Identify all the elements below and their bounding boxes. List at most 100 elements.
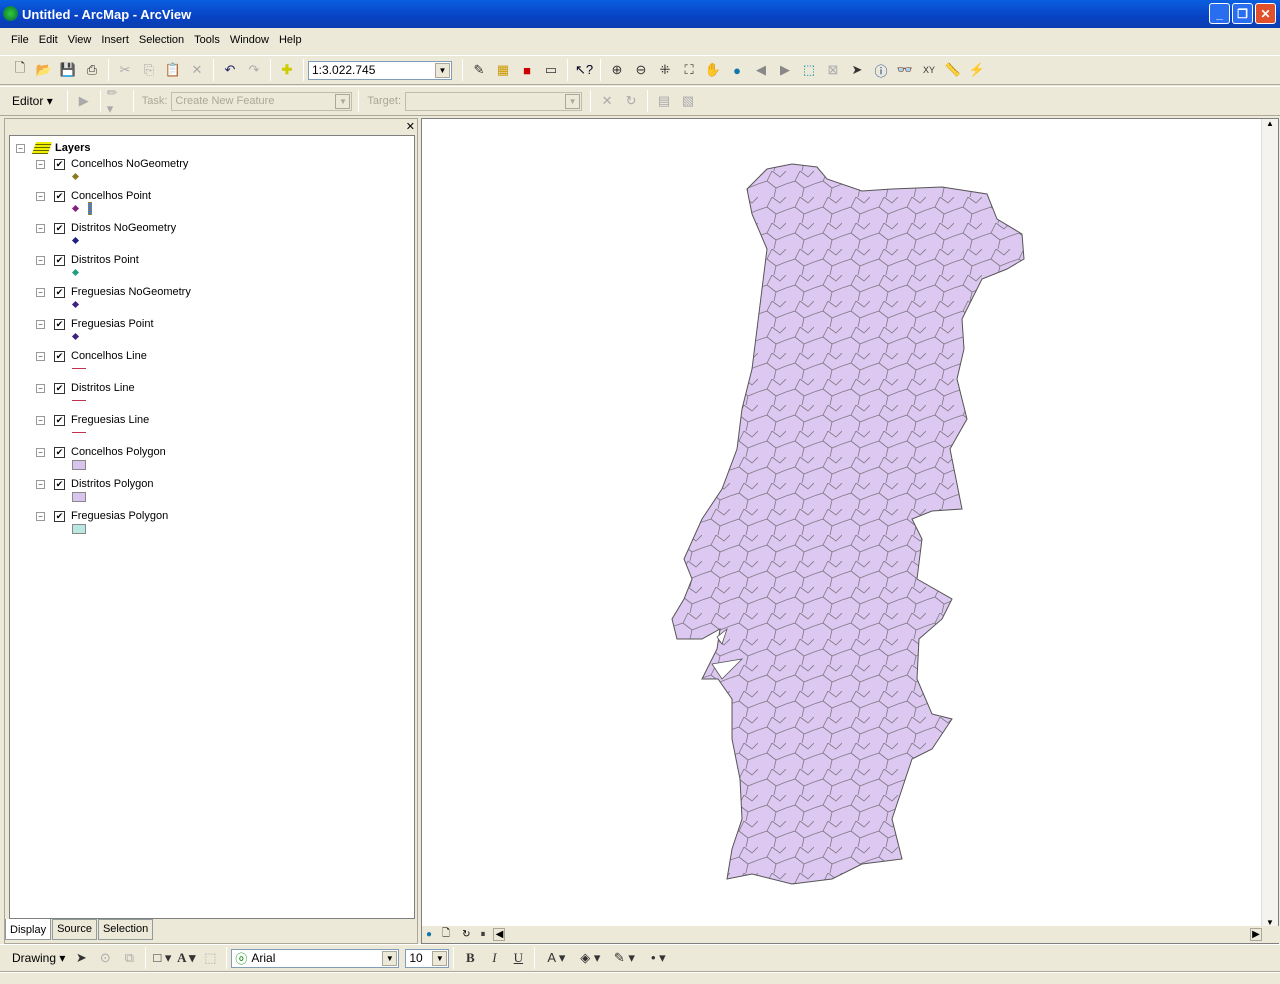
- italic-button[interactable]: I: [484, 948, 504, 968]
- collapse-icon[interactable]: −: [36, 511, 45, 521]
- fixed-zoom-in-icon[interactable]: ⁜: [655, 60, 675, 80]
- back-icon[interactable]: ◀: [751, 60, 771, 80]
- collapse-icon[interactable]: −: [36, 319, 45, 329]
- editor-menu-button[interactable]: Editor ▾: [8, 94, 57, 108]
- collapse-icon[interactable]: −: [36, 383, 45, 393]
- layer-visibility-checkbox[interactable]: ✔: [54, 478, 65, 490]
- refresh-icon[interactable]: ↻: [462, 929, 470, 940]
- layer-item[interactable]: − ✔ Distritos Line: [36, 382, 135, 394]
- layer-item[interactable]: − ✔ Concelhos Polygon: [36, 446, 166, 458]
- menu-edit[interactable]: Edit: [34, 32, 63, 52]
- layer-item[interactable]: − ✔ Distritos NoGeometry: [36, 222, 176, 234]
- collapse-icon[interactable]: −: [36, 351, 45, 361]
- menu-window[interactable]: Window: [225, 32, 274, 52]
- edit-vertices-icon[interactable]: ⬚: [200, 948, 220, 968]
- full-extent-icon[interactable]: ●: [727, 60, 747, 80]
- split-tool-icon[interactable]: ✕: [597, 91, 617, 111]
- collapse-icon[interactable]: −: [16, 143, 25, 153]
- new-icon[interactable]: 🗋: [10, 60, 30, 80]
- font-color-icon[interactable]: A ▾: [541, 948, 571, 968]
- collapse-icon[interactable]: −: [36, 191, 45, 201]
- go-to-xy-icon[interactable]: XY: [919, 60, 939, 80]
- layer-visibility-checkbox[interactable]: ✔: [54, 158, 65, 170]
- chevron-down-icon[interactable]: ▼: [435, 62, 450, 78]
- layers-root[interactable]: − Layers: [16, 142, 90, 154]
- fixed-zoom-out-icon[interactable]: ⛶: [679, 60, 699, 80]
- editor-toolbar-icon[interactable]: ✎: [469, 60, 489, 80]
- font-combo[interactable]: ⓞ Arial ▼: [231, 948, 400, 968]
- layer-visibility-checkbox[interactable]: ✔: [54, 254, 65, 266]
- arccatalog-icon[interactable]: ▦: [493, 60, 513, 80]
- scroll-right-icon[interactable]: ▶: [1250, 928, 1262, 941]
- redo-icon[interactable]: ↷: [244, 60, 264, 80]
- chevron-down-icon[interactable]: ▼: [382, 950, 398, 966]
- tab-selection[interactable]: Selection: [97, 919, 154, 940]
- layer-item[interactable]: − ✔ Freguesias NoGeometry: [36, 286, 191, 298]
- chevron-down-icon[interactable]: ▼: [335, 93, 351, 109]
- layer-item[interactable]: − ✔ Concelhos Line: [36, 350, 147, 362]
- map-view[interactable]: ▲ ▼ ● 🗋 ↻ ⏸ ◀ ▶: [421, 118, 1280, 944]
- layer-visibility-checkbox[interactable]: ✔: [54, 190, 65, 202]
- layer-visibility-checkbox[interactable]: ✔: [54, 382, 65, 394]
- minimize-button[interactable]: _: [1209, 3, 1230, 24]
- forward-icon[interactable]: ▶: [775, 60, 795, 80]
- command-line-icon[interactable]: ▭: [541, 60, 561, 80]
- menu-tools[interactable]: Tools: [189, 32, 225, 52]
- tab-source[interactable]: Source: [52, 919, 97, 940]
- sketch-tool-icon[interactable]: ✏ ▾: [107, 85, 127, 116]
- find-icon[interactable]: 👓: [895, 60, 915, 80]
- layer-visibility-checkbox[interactable]: ✔: [54, 222, 65, 234]
- layer-visibility-checkbox[interactable]: ✔: [54, 318, 65, 330]
- layer-item[interactable]: − ✔ Concelhos Point: [36, 190, 151, 202]
- open-icon[interactable]: 📂: [34, 60, 54, 80]
- scale-combo[interactable]: 1:3.022.745 ▼: [308, 60, 452, 80]
- layer-item[interactable]: − ✔ Concelhos NoGeometry: [36, 158, 188, 170]
- collapse-icon[interactable]: −: [36, 287, 45, 297]
- zoom-out-icon[interactable]: ⊖: [631, 60, 651, 80]
- undo-icon[interactable]: ↶: [220, 60, 240, 80]
- target-combo[interactable]: ▼: [405, 91, 583, 111]
- rectangle-icon[interactable]: □ ▾: [152, 948, 172, 968]
- scroll-left-icon[interactable]: ◀: [493, 928, 506, 941]
- whats-this-icon[interactable]: ↖?: [574, 60, 594, 80]
- collapse-icon[interactable]: −: [36, 159, 45, 169]
- layer-visibility-checkbox[interactable]: ✔: [54, 510, 65, 522]
- layer-visibility-checkbox[interactable]: ✔: [54, 350, 65, 362]
- zoom-to-selected-icon[interactable]: ⧉: [119, 948, 139, 968]
- layer-item[interactable]: − ✔ Freguesias Point: [36, 318, 154, 330]
- pan-icon[interactable]: ✋: [703, 60, 723, 80]
- identify-icon[interactable]: ⓘ: [871, 60, 891, 80]
- pause-drawing-icon[interactable]: ⏸: [480, 929, 485, 940]
- layout-view-icon[interactable]: 🗋: [442, 926, 450, 943]
- layer-visibility-checkbox[interactable]: ✔: [54, 414, 65, 426]
- layer-item[interactable]: − ✔ Distritos Point: [36, 254, 139, 266]
- hyperlink-icon[interactable]: ⚡: [967, 60, 987, 80]
- layer-visibility-checkbox[interactable]: ✔: [54, 446, 65, 458]
- underline-button[interactable]: U: [508, 948, 528, 968]
- task-combo[interactable]: Create New Feature ▼: [171, 91, 353, 111]
- collapse-icon[interactable]: −: [36, 447, 45, 457]
- attributes-icon[interactable]: ▤: [654, 91, 674, 111]
- sketch-properties-icon[interactable]: ▧: [678, 91, 698, 111]
- menu-help[interactable]: Help: [274, 32, 307, 52]
- save-icon[interactable]: 💾: [58, 60, 78, 80]
- close-button[interactable]: ✕: [1255, 3, 1276, 24]
- line-color-icon[interactable]: ✎ ▾: [609, 948, 639, 968]
- fill-color-icon[interactable]: ◈ ▾: [575, 948, 605, 968]
- paste-icon[interactable]: 📋: [163, 60, 183, 80]
- select-elements-icon[interactable]: ➤: [847, 60, 867, 80]
- menu-file[interactable]: File: [6, 32, 34, 52]
- clear-selection-icon[interactable]: ⊠: [823, 60, 843, 80]
- menu-view[interactable]: View: [63, 32, 97, 52]
- delete-icon[interactable]: ✕: [187, 60, 207, 80]
- menu-insert[interactable]: Insert: [96, 32, 134, 52]
- chevron-down-icon[interactable]: ▼: [432, 950, 448, 966]
- rotate-icon[interactable]: ⊙: [95, 948, 115, 968]
- horizontal-scrollbar[interactable]: ● 🗋 ↻ ⏸ ◀ ▶: [422, 926, 1280, 943]
- close-icon[interactable]: ✕: [406, 120, 415, 133]
- collapse-icon[interactable]: −: [36, 415, 45, 425]
- layer-item[interactable]: − ✔ Freguesias Polygon: [36, 510, 168, 522]
- arctoolbox-icon[interactable]: ■: [517, 60, 537, 80]
- new-text-icon[interactable]: A ▾: [176, 948, 196, 968]
- print-icon[interactable]: ⎙: [82, 60, 102, 80]
